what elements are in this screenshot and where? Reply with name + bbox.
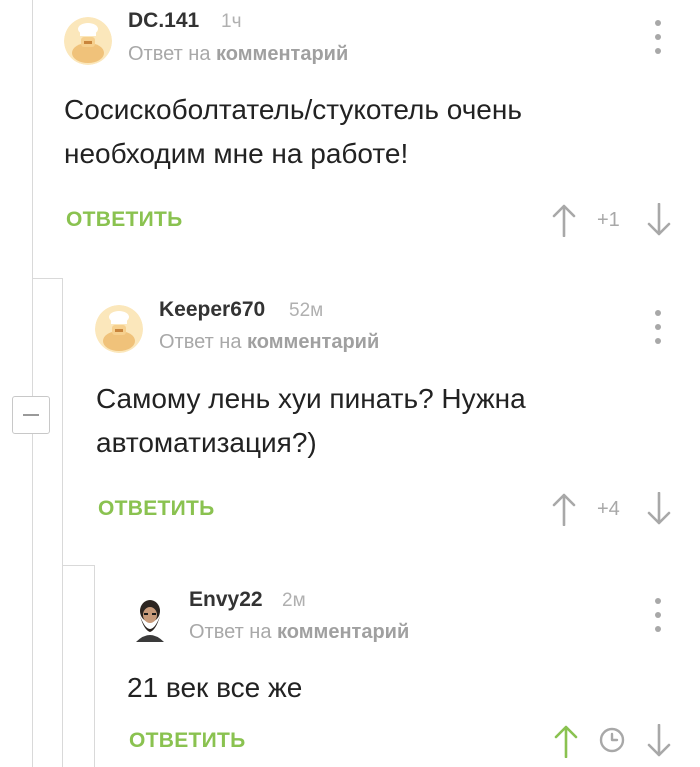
comment-envy22: Envy22 2м Ответ на комментарий 21 век вс… (0, 0, 700, 767)
comment-body: 21 век все же (127, 666, 687, 710)
upvote-arrow-icon[interactable] (553, 724, 579, 758)
clock-icon (599, 727, 625, 753)
reply-to-line: Ответ на комментарий (189, 621, 409, 644)
comment-username[interactable]: Envy22 (189, 588, 263, 612)
reply-to-prefix: Ответ на (189, 621, 272, 643)
bearded-man-avatar-icon[interactable] (126, 594, 174, 642)
reply-button[interactable]: ОТВЕТИТЬ (129, 729, 246, 753)
comment-menu-button[interactable] (651, 598, 665, 632)
comment-body-line: 21 век все же (127, 672, 303, 703)
reply-to-link[interactable]: комментарий (277, 621, 409, 643)
downvote-arrow-icon[interactable] (646, 724, 672, 758)
comment-time: 2м (282, 590, 306, 611)
